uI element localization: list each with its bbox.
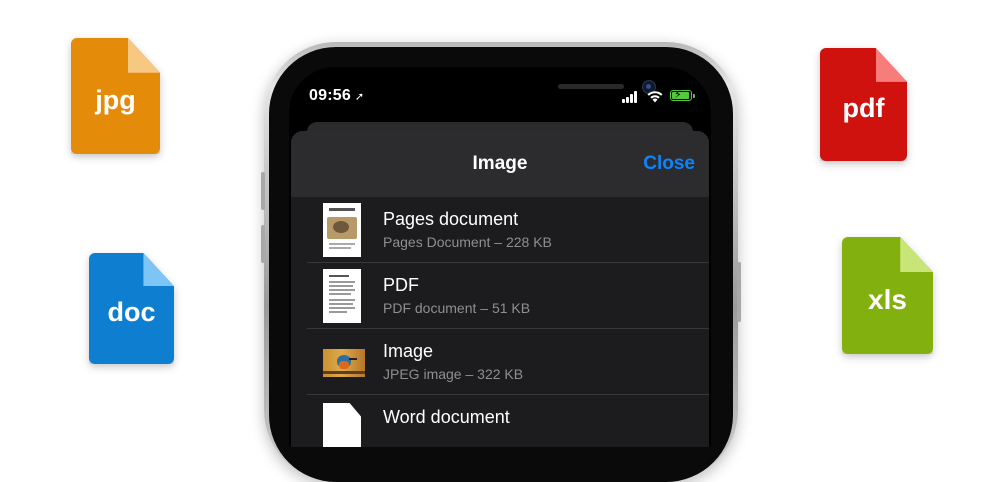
row-title: Pages document — [383, 209, 519, 229]
doc-file-icon: doc — [89, 253, 174, 364]
volume-button — [261, 225, 265, 263]
phone-screen: 09:56 ➚ ⚡ Image Close Pages document Pag… — [289, 67, 711, 447]
list-item[interactable]: Word document — [307, 395, 709, 447]
row-subtitle: Pages Document – 228 KB — [383, 234, 552, 250]
battery-icon: ⚡ — [670, 89, 692, 101]
xls-file-label: xls — [868, 284, 907, 316]
notch — [384, 67, 656, 107]
row-subtitle: PDF document – 51 KB — [383, 300, 531, 316]
sheet-header: Image Close — [291, 131, 709, 197]
row-title: Image — [383, 341, 434, 361]
status-time-label: 09:56 — [309, 87, 351, 104]
list-item[interactable]: PDF PDF document – 51 KB — [307, 263, 709, 329]
pdf-file-label: pdf — [842, 93, 885, 124]
row-title: PDF — [383, 275, 419, 295]
speaker-grille — [558, 84, 624, 89]
list-item[interactable]: Pages document Pages Document – 228 KB — [307, 197, 709, 263]
list-item[interactable]: Image JPEG image – 322 KB — [307, 329, 709, 395]
wifi-icon — [647, 91, 663, 103]
jpg-file-label: jpg — [95, 84, 136, 115]
status-time: 09:56 ➚ — [309, 87, 364, 105]
close-button[interactable]: Close — [643, 153, 695, 175]
xls-file-icon: xls — [842, 237, 933, 354]
charging-bolt-icon: ⚡ — [674, 89, 682, 101]
row-subtitle: JPEG image – 322 KB — [383, 366, 524, 382]
jpg-file-icon: jpg — [71, 38, 160, 154]
bird-photo-thumbnail — [323, 349, 365, 377]
word-thumbnail — [323, 403, 361, 447]
pdf-thumbnail — [323, 269, 361, 323]
volume-button — [261, 172, 265, 210]
open-in-sheet: Image Close Pages document Pages Documen… — [291, 131, 709, 447]
cellular-signal-icon — [622, 91, 640, 103]
battery-cap — [693, 94, 695, 98]
power-button — [737, 262, 741, 322]
row-title: Word document — [383, 407, 510, 427]
doc-file-label: doc — [107, 297, 156, 328]
pdf-file-icon: pdf — [820, 48, 907, 161]
pages-thumbnail — [323, 203, 361, 257]
location-arrow-icon: ➚ — [354, 91, 365, 103]
